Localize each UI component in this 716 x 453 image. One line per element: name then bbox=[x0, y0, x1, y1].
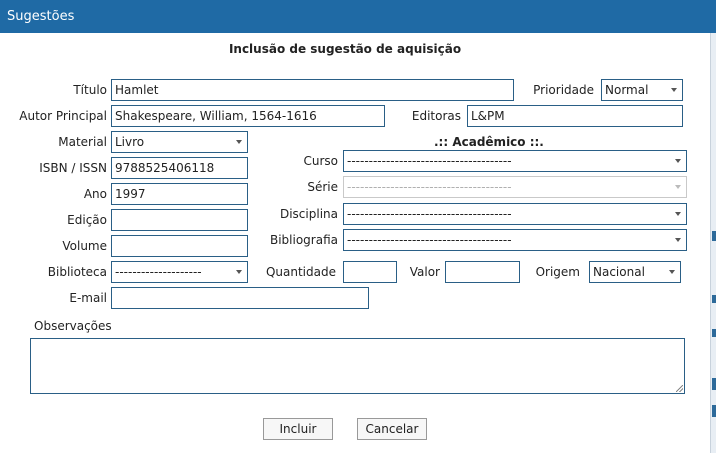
volume-input[interactable] bbox=[111, 235, 248, 257]
serie-value: -------------------------------------- bbox=[347, 180, 512, 194]
prioridade-select[interactable]: Normal bbox=[601, 79, 683, 101]
autor-label: Autor Principal bbox=[19, 109, 107, 123]
disciplina-value: -------------------------------------- bbox=[347, 207, 512, 221]
curso-value: -------------------------------------- bbox=[347, 154, 512, 168]
titulo-label: Título bbox=[73, 83, 107, 97]
biblioteca-value: -------------------- bbox=[115, 265, 202, 279]
volume-label: Volume bbox=[62, 239, 107, 253]
serie-label: Série bbox=[307, 180, 338, 194]
cancelar-button[interactable]: Cancelar bbox=[357, 418, 427, 440]
ano-label: Ano bbox=[83, 187, 107, 201]
quantidade-label: Quantidade bbox=[265, 265, 336, 279]
observacoes-label: Observações bbox=[34, 319, 112, 333]
curso-label: Curso bbox=[303, 154, 338, 168]
chevron-down-icon bbox=[675, 159, 681, 163]
curso-select[interactable]: -------------------------------------- bbox=[343, 150, 687, 172]
chevron-down-icon bbox=[675, 212, 681, 216]
observacoes-textarea[interactable] bbox=[30, 338, 685, 394]
prioridade-label: Prioridade bbox=[533, 83, 594, 97]
valor-label: Valor bbox=[409, 265, 440, 279]
dialog-title: Sugestões bbox=[7, 9, 75, 24]
edicao-input[interactable] bbox=[111, 209, 248, 231]
editoras-input[interactable]: L&PM bbox=[467, 105, 683, 127]
quantidade-input[interactable] bbox=[343, 261, 397, 283]
form-heading: Inclusão de sugestão de aquisição bbox=[228, 42, 462, 56]
biblioteca-label: Biblioteca bbox=[47, 265, 107, 279]
dialog-title-bar[interactable]: Sugestões bbox=[0, 0, 716, 33]
origem-label: Origem bbox=[535, 265, 580, 279]
edicao-label: Edição bbox=[67, 213, 107, 227]
origem-select[interactable]: Nacional bbox=[589, 261, 681, 283]
origem-value: Nacional bbox=[593, 265, 645, 279]
chevron-down-icon bbox=[236, 140, 242, 144]
bibliografia-value: -------------------------------------- bbox=[347, 233, 512, 247]
isbn-input[interactable]: 9788525406118 bbox=[111, 157, 248, 179]
material-select[interactable]: Livro bbox=[111, 131, 248, 153]
chevron-down-icon bbox=[675, 238, 681, 242]
email-label: E-mail bbox=[69, 291, 107, 305]
disciplina-label: Disciplina bbox=[279, 207, 338, 221]
biblioteca-select[interactable]: -------------------- bbox=[111, 261, 248, 283]
autor-input[interactable]: Shakespeare, William, 1564-1616 bbox=[111, 105, 385, 127]
email-input[interactable] bbox=[111, 287, 369, 309]
bibliografia-label: Bibliografia bbox=[269, 233, 338, 247]
material-value: Livro bbox=[115, 135, 145, 149]
editoras-label: Editoras bbox=[411, 109, 461, 123]
resize-handle-icon[interactable] bbox=[676, 385, 683, 392]
ano-input[interactable]: 1997 bbox=[111, 183, 248, 205]
isbn-label: ISBN / ISSN bbox=[39, 161, 107, 175]
bibliografia-select[interactable]: -------------------------------------- bbox=[343, 229, 687, 251]
serie-select: -------------------------------------- bbox=[343, 176, 687, 198]
material-label: Material bbox=[58, 135, 107, 149]
academico-heading: .:: Acadêmico ::. bbox=[434, 135, 544, 149]
prioridade-value: Normal bbox=[605, 83, 649, 97]
chevron-down-icon bbox=[669, 270, 675, 274]
valor-input[interactable] bbox=[445, 261, 520, 283]
chevron-down-icon bbox=[236, 270, 242, 274]
chevron-down-icon bbox=[671, 88, 677, 92]
background-page-edge bbox=[710, 33, 716, 453]
chevron-down-icon bbox=[675, 185, 681, 189]
incluir-button[interactable]: Incluir bbox=[263, 418, 333, 440]
titulo-input[interactable]: Hamlet bbox=[111, 79, 514, 101]
disciplina-select[interactable]: -------------------------------------- bbox=[343, 203, 687, 225]
